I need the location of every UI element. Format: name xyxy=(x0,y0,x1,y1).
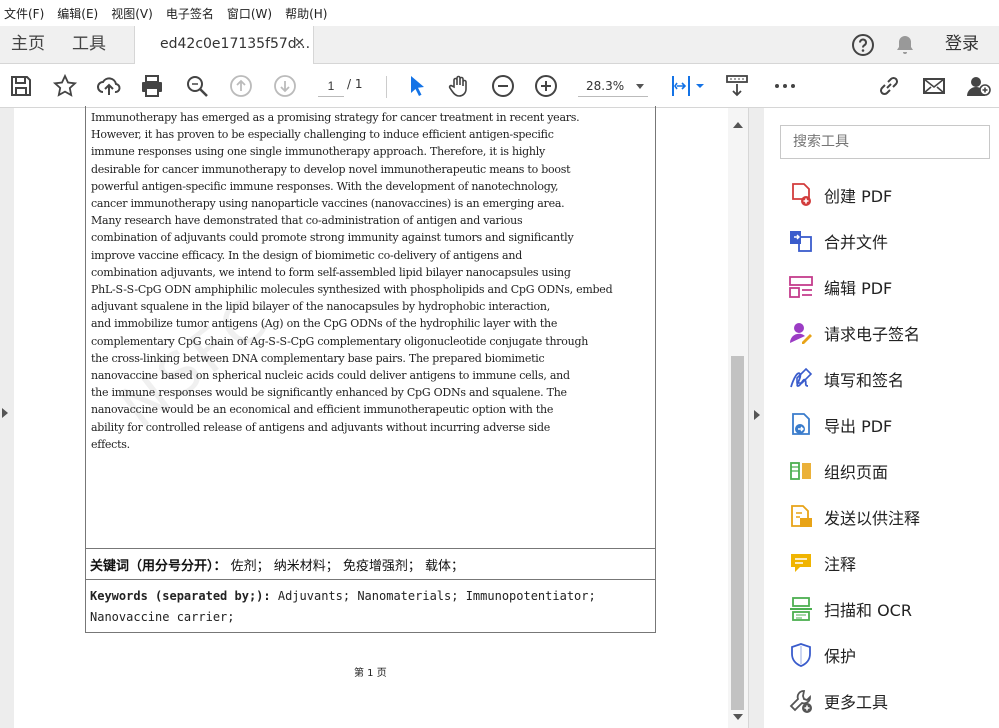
scrolling-mode-icon[interactable] xyxy=(724,73,750,99)
add-user-icon[interactable] xyxy=(965,73,991,99)
scroll-up-icon[interactable] xyxy=(733,122,743,128)
next-page-icon[interactable] xyxy=(272,73,298,99)
hand-tool-icon[interactable] xyxy=(446,73,472,99)
tool-label: 发送以供注释 xyxy=(824,509,921,528)
menu-edit[interactable]: 编辑(E) xyxy=(57,5,98,22)
tool-label: 注释 xyxy=(824,555,857,574)
tab-home[interactable]: 主页 xyxy=(11,26,45,64)
left-panel-toggle[interactable] xyxy=(0,108,14,728)
toolbar-divider xyxy=(386,76,387,98)
keywords-english: Keywords (separated by;): Adjuvants; Nan… xyxy=(85,579,656,633)
protect-icon xyxy=(791,643,811,667)
page-footer-number: 第 1 页 xyxy=(354,668,387,679)
more-tools-icon xyxy=(789,690,812,713)
tool-label: 合并文件 xyxy=(824,233,889,252)
keywords-chinese-value: 佐剂； 纳米材料； 免疫增强剂； 载体； xyxy=(230,559,465,574)
bell-icon[interactable] xyxy=(893,33,917,57)
organize-pages-icon xyxy=(790,462,811,480)
page-total: / 1 xyxy=(347,77,363,91)
help-icon[interactable] xyxy=(851,33,875,57)
more-options-icon[interactable] xyxy=(772,73,798,99)
chevron-right-icon xyxy=(2,408,8,418)
scrollbar-thumb[interactable] xyxy=(731,356,744,710)
toolbar: / 1 28.3% xyxy=(0,64,999,108)
zoom-search-icon[interactable] xyxy=(184,73,210,99)
zoom-in-icon[interactable] xyxy=(533,73,559,99)
keywords-english-label: Keywords (separated by;): xyxy=(90,589,271,603)
menu-view[interactable]: 视图(V) xyxy=(111,5,153,22)
tool-combine-files[interactable]: 合并文件 xyxy=(788,226,988,256)
tool-comment[interactable]: 注释 xyxy=(788,548,988,578)
scan-ocr-icon xyxy=(790,597,812,621)
close-tab-icon[interactable]: ✕ xyxy=(294,26,305,62)
tab-tools[interactable]: 工具 xyxy=(72,26,106,64)
tool-scan-ocr[interactable]: 扫描和 OCR xyxy=(788,594,988,624)
document-viewport[interactable]: NSFC Immunotherapy has emerged as a prom… xyxy=(0,106,748,728)
fit-page-icon[interactable] xyxy=(668,73,694,99)
comment-icon xyxy=(791,554,811,572)
tool-label: 扫描和 OCR xyxy=(824,601,912,620)
menu-help[interactable]: 帮助(H) xyxy=(285,5,327,22)
pdf-page: NSFC Immunotherapy has emerged as a prom… xyxy=(14,106,728,728)
print-icon[interactable] xyxy=(139,73,165,99)
zoom-out-icon[interactable] xyxy=(490,73,516,99)
tool-label: 请求电子签名 xyxy=(824,325,921,344)
tool-more-tools[interactable]: 更多工具 xyxy=(788,686,988,716)
request-signature-icon xyxy=(789,323,812,344)
combine-files-icon xyxy=(790,231,812,252)
zoom-level-select[interactable]: 28.3% xyxy=(578,75,648,97)
search-tools-input[interactable] xyxy=(780,125,990,159)
login-button[interactable]: 登录 xyxy=(945,26,979,62)
tools-panel-toggle[interactable] xyxy=(748,108,764,728)
tool-label: 编辑 PDF xyxy=(824,279,893,298)
bookmark-star-icon[interactable] xyxy=(52,73,78,99)
document-tab-title: ed42c0e17135f57d... xyxy=(160,36,311,52)
create-pdf-icon xyxy=(792,183,811,206)
tab-bar: 主页 工具 ed42c0e17135f57d... ✕ 登录 xyxy=(0,26,999,65)
tool-organize-pages[interactable]: 组织页面 xyxy=(788,456,988,486)
fill-sign-icon xyxy=(790,367,813,388)
tool-label: 填写和签名 xyxy=(824,371,905,390)
keywords-chinese: 关键词（用分号分开）： 佐剂； 纳米材料； 免疫增强剂； 载体； xyxy=(85,548,656,580)
edit-pdf-icon xyxy=(789,276,813,298)
vertical-scrollbar[interactable] xyxy=(728,108,748,728)
tool-label: 导出 PDF xyxy=(824,417,893,436)
tools-panel: 创建 PDF 合并文件 编辑 PDF 请求电子签名 填写和签名 导出 PDF 组… xyxy=(764,108,999,728)
menu-file[interactable]: 文件(F) xyxy=(4,5,44,22)
email-icon[interactable] xyxy=(921,73,947,99)
menu-bar: 文件(F) 编辑(E) 视图(V) 电子签名 窗口(W) 帮助(H) xyxy=(0,0,999,26)
tool-send-for-comments[interactable]: 发送以供注释 xyxy=(788,502,988,532)
tool-label: 保护 xyxy=(824,647,857,666)
send-for-comments-icon xyxy=(791,505,812,527)
chevron-right-icon xyxy=(754,410,760,420)
export-pdf-icon xyxy=(792,413,810,435)
tool-fill-sign[interactable]: 填写和签名 xyxy=(788,364,988,394)
tool-label: 更多工具 xyxy=(824,693,889,712)
abstract-box: Immunotherapy has emerged as a promising… xyxy=(85,106,656,548)
tool-create-pdf[interactable]: 创建 PDF xyxy=(788,180,988,210)
menu-window[interactable]: 窗口(W) xyxy=(227,5,272,22)
tool-label: 创建 PDF xyxy=(824,187,893,206)
save-icon[interactable] xyxy=(8,73,34,99)
tool-export-pdf[interactable]: 导出 PDF xyxy=(788,410,988,440)
menu-e-sign[interactable]: 电子签名 xyxy=(166,5,214,22)
tool-protect[interactable]: 保护 xyxy=(788,640,988,670)
page-number-input[interactable] xyxy=(318,75,344,97)
prev-page-icon[interactable] xyxy=(228,73,254,99)
scroll-down-icon[interactable] xyxy=(733,714,743,720)
chevron-down-icon xyxy=(636,84,644,89)
fit-dropdown-chevron-icon[interactable] xyxy=(696,82,704,90)
select-pointer-icon[interactable] xyxy=(404,73,430,99)
zoom-level-value: 28.3% xyxy=(586,79,625,93)
tool-label: 组织页面 xyxy=(824,463,889,482)
share-link-icon[interactable] xyxy=(876,73,902,99)
tool-request-signature[interactable]: 请求电子签名 xyxy=(788,318,988,348)
tool-edit-pdf[interactable]: 编辑 PDF xyxy=(788,272,988,302)
tab-document[interactable]: ed42c0e17135f57d... ✕ xyxy=(134,26,314,65)
upload-cloud-icon[interactable] xyxy=(96,73,122,99)
abstract-text: Immunotherapy has emerged as a promising… xyxy=(91,111,613,451)
keywords-chinese-label: 关键词（用分号分开）： xyxy=(90,559,227,574)
